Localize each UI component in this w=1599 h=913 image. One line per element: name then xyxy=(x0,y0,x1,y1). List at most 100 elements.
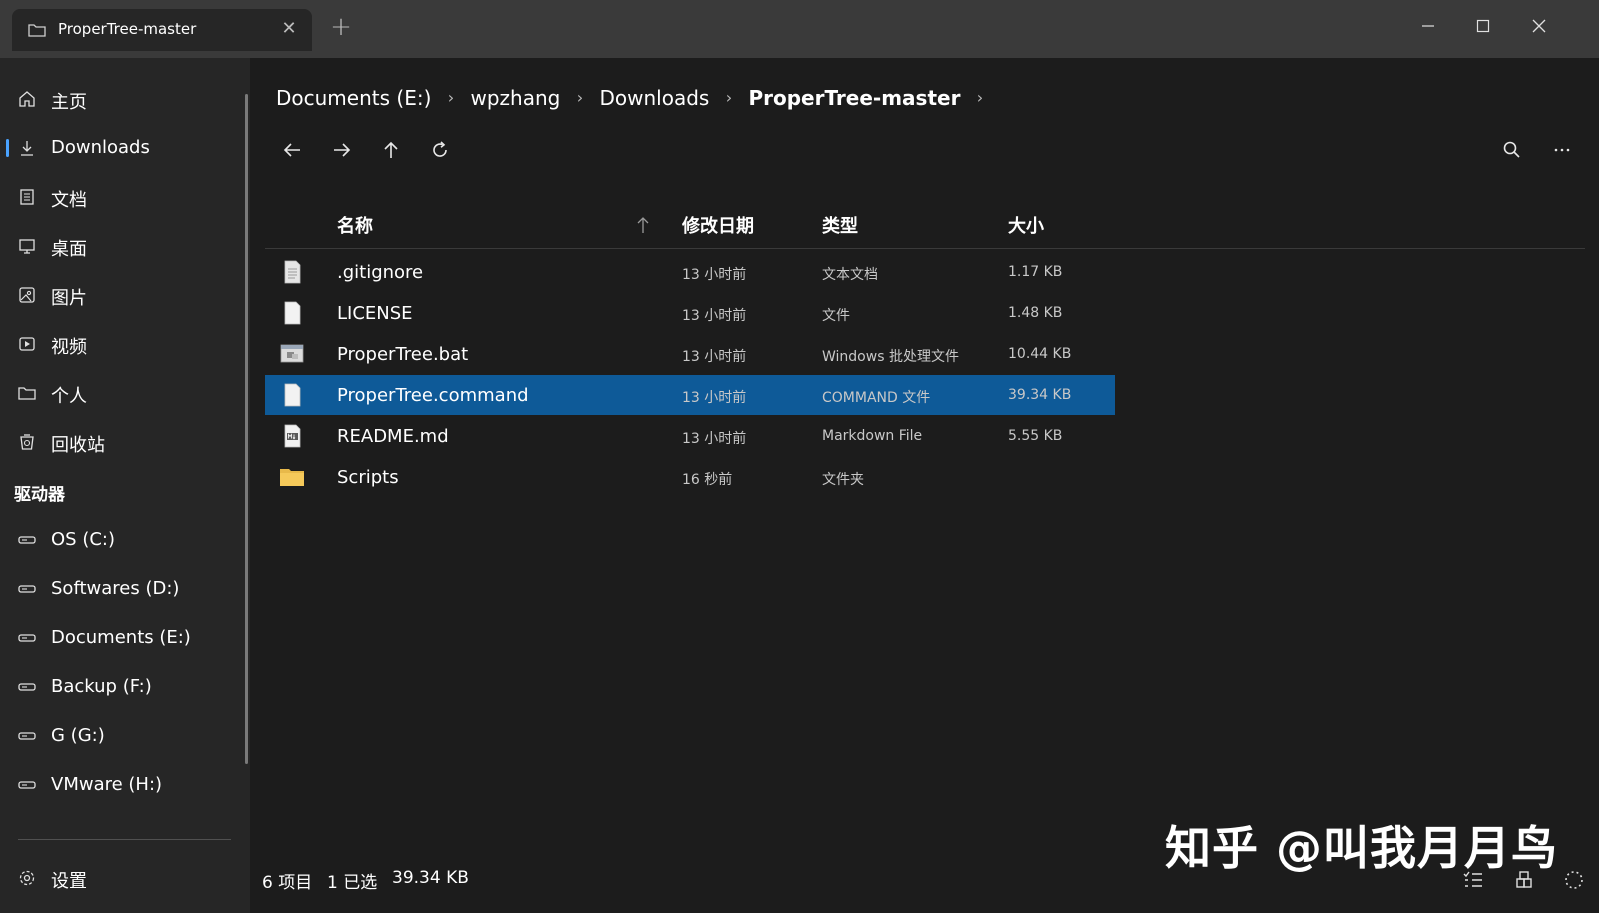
drive-label: Documents (E:) xyxy=(51,627,191,648)
file-date: 13 小时前 xyxy=(682,349,747,365)
sidebar-item-label: 桌面 xyxy=(51,239,87,260)
column-header-date[interactable]: 修改日期 xyxy=(682,212,754,238)
back-button[interactable] xyxy=(278,136,306,164)
file-name: ProperTree.bat xyxy=(337,344,469,365)
drive-label: OS (C:) xyxy=(51,529,115,550)
file-size: 10.44 KB xyxy=(1008,346,1072,362)
drive-label: Backup (F:) xyxy=(51,676,152,697)
grid-view-icon[interactable] xyxy=(1512,868,1536,892)
chevron-right-icon[interactable]: › xyxy=(726,88,732,107)
sidebar-divider xyxy=(18,839,231,840)
sidebar-item-label: 个人 xyxy=(51,386,87,407)
tab-title: ProperTree-master xyxy=(58,20,197,38)
file-size: 1.17 KB xyxy=(1008,264,1063,280)
refresh-icon xyxy=(433,141,447,157)
more-button[interactable] xyxy=(1548,136,1576,164)
chevron-right-icon[interactable]: › xyxy=(977,88,983,107)
batch-file-icon xyxy=(280,344,304,363)
yellow-folder-icon xyxy=(280,469,304,486)
chevron-right-icon[interactable]: › xyxy=(577,88,583,107)
file-type: Windows 批处理文件 xyxy=(822,349,959,365)
sidebar-drive-c[interactable]: OS (C:) xyxy=(6,520,238,560)
loading-icon xyxy=(1565,871,1583,889)
sort-ascending-icon[interactable] xyxy=(636,216,650,234)
sidebar-item-documents[interactable]: 文档 xyxy=(6,177,238,217)
forward-button[interactable] xyxy=(328,136,356,164)
file-row[interactable]: README.md 13 小时前 Markdown File 5.55 KB xyxy=(265,416,1115,456)
breadcrumb-item[interactable]: wpzhang xyxy=(471,86,561,110)
sidebar-item-label: 图片 xyxy=(51,288,87,309)
more-icon xyxy=(1554,148,1570,152)
drive-icon xyxy=(18,683,36,691)
sidebar-drive-h[interactable]: VMware (H:) xyxy=(6,765,238,805)
up-arrow-icon xyxy=(384,141,398,158)
file-type: Markdown File xyxy=(822,428,923,444)
close-icon[interactable]: ✕ xyxy=(280,20,298,38)
minimize-button[interactable] xyxy=(1405,8,1451,44)
file-name: ProperTree.command xyxy=(337,385,529,406)
column-header-size[interactable]: 大小 xyxy=(1008,212,1044,238)
column-header-name[interactable]: 名称 xyxy=(337,212,373,238)
sidebar-drive-d[interactable]: Softwares (D:) xyxy=(6,569,238,609)
back-arrow-icon xyxy=(283,143,300,157)
forward-arrow-icon xyxy=(334,143,351,157)
maximize-button[interactable] xyxy=(1460,8,1506,44)
sidebar-item-label: 主页 xyxy=(51,92,87,113)
file-type: 文本文档 xyxy=(822,267,878,283)
file-row[interactable]: ProperTree.bat 13 小时前 Windows 批处理文件 10.4… xyxy=(265,334,1115,374)
file-row[interactable]: LICENSE 13 小时前 文件 1.48 KB xyxy=(265,293,1115,333)
details-view-icon[interactable] xyxy=(1461,868,1485,892)
sidebar-drive-f[interactable]: Backup (F:) xyxy=(6,667,238,707)
breadcrumb-item[interactable]: Downloads xyxy=(599,86,709,110)
column-header-type[interactable]: 类型 xyxy=(822,212,858,238)
title-bar: ProperTree-master ✕ + xyxy=(0,0,1599,58)
minimize-icon xyxy=(1422,25,1434,27)
sidebar-item-settings[interactable]: 设置 xyxy=(6,858,238,898)
drive-label: VMware (H:) xyxy=(51,774,163,795)
settings-label: 设置 xyxy=(51,871,87,892)
desktop-icon xyxy=(19,239,35,254)
refresh-button[interactable] xyxy=(426,136,454,164)
chevron-right-icon[interactable]: › xyxy=(448,88,454,107)
breadcrumb-item[interactable]: Documents (E:) xyxy=(276,86,431,110)
sidebar-scrollbar[interactable] xyxy=(245,94,248,764)
folder-icon xyxy=(18,387,36,400)
close-icon xyxy=(1532,19,1546,33)
up-button[interactable] xyxy=(377,136,405,164)
file-name: LICENSE xyxy=(337,303,413,324)
sidebar-item-pictures[interactable]: 图片 xyxy=(6,275,238,315)
sidebar-drive-g[interactable]: G (G:) xyxy=(6,716,238,756)
file-name: Scripts xyxy=(337,467,399,488)
file-row-selected[interactable]: ProperTree.command 13 小时前 COMMAND 文件 39.… xyxy=(265,375,1115,415)
file-size: 5.55 KB xyxy=(1008,428,1063,444)
download-icon xyxy=(21,141,33,156)
sidebar-drive-e[interactable]: Documents (E:) xyxy=(6,618,238,658)
sidebar-item-home[interactable]: 主页 xyxy=(6,79,238,119)
sidebar-item-label: 回收站 xyxy=(51,435,105,456)
file-date: 13 小时前 xyxy=(682,390,747,406)
drive-icon xyxy=(18,732,36,740)
drive-icon xyxy=(18,585,36,593)
sidebar-item-recycle-bin[interactable]: 回收站 xyxy=(6,422,238,462)
markdown-file-icon xyxy=(284,424,301,448)
file-name: README.md xyxy=(337,426,449,447)
active-indicator xyxy=(6,139,9,157)
document-icon xyxy=(20,189,34,205)
plus-icon[interactable]: + xyxy=(330,14,352,40)
sidebar-item-downloads[interactable]: Downloads xyxy=(6,128,238,168)
search-button[interactable] xyxy=(1498,136,1526,164)
file-date: 13 小时前 xyxy=(682,431,747,447)
breadcrumb: Documents (E:) › wpzhang › Downloads › P… xyxy=(276,84,993,114)
recycle-bin-icon xyxy=(20,434,34,450)
file-date: 13 小时前 xyxy=(682,308,747,324)
close-window-button[interactable] xyxy=(1516,8,1562,44)
video-icon xyxy=(19,337,35,351)
sidebar-item-videos[interactable]: 视频 xyxy=(6,324,238,364)
active-tab[interactable]: ProperTree-master ✕ xyxy=(12,9,312,51)
sidebar-item-desktop[interactable]: 桌面 xyxy=(6,226,238,266)
file-row[interactable]: .gitignore 13 小时前 文本文档 1.17 KB xyxy=(265,252,1115,292)
sidebar-item-personal[interactable]: 个人 xyxy=(6,373,238,413)
sidebar-item-label: 文档 xyxy=(51,190,87,211)
breadcrumb-current[interactable]: ProperTree-master xyxy=(748,86,960,110)
file-row[interactable]: Scripts 16 秒前 文件夹 xyxy=(265,457,1115,497)
